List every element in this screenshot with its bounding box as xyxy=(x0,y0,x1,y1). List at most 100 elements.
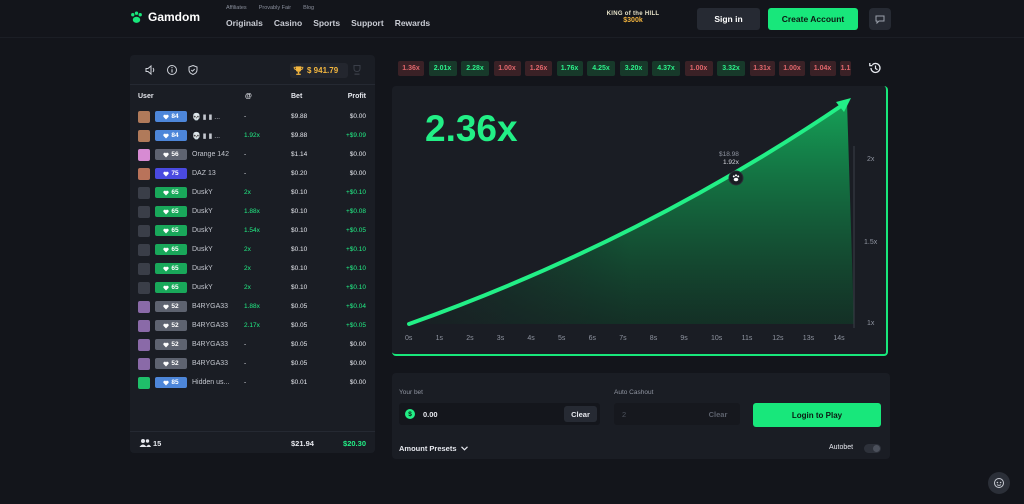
user-avatar[interactable] xyxy=(138,377,150,389)
bet-row: 52 B4RYGA33 1.88x $0.05 +$0.04 xyxy=(130,297,375,316)
username[interactable]: DuskY xyxy=(192,284,213,291)
history-chip[interactable]: 1.04x xyxy=(809,61,836,76)
marker-amount: $18.98 xyxy=(719,151,739,158)
support-chat-button[interactable] xyxy=(988,472,1010,494)
login-to-play-button[interactable]: Login to Play xyxy=(753,403,881,427)
bet-amount: $9.88 xyxy=(291,113,308,120)
history-chip[interactable]: 1.00x xyxy=(779,61,805,76)
level-badge: 65 xyxy=(155,244,187,255)
user-avatar[interactable] xyxy=(138,149,150,161)
username[interactable]: B4RYGA33 xyxy=(192,303,228,310)
history-chip[interactable]: 1.26x xyxy=(525,61,552,76)
nav-rewards[interactable]: Rewards xyxy=(395,18,430,28)
nav-support[interactable]: Support xyxy=(351,18,384,28)
bet-amount: $0.05 xyxy=(291,341,308,348)
user-avatar[interactable] xyxy=(138,339,150,351)
shield-icon[interactable] xyxy=(187,64,199,76)
level-badge: 84 xyxy=(155,111,187,122)
history-chip[interactable]: 1.00x xyxy=(493,61,521,76)
history-icon[interactable] xyxy=(868,61,882,75)
user-avatar[interactable] xyxy=(138,168,150,180)
history-chip[interactable]: 4.25x xyxy=(587,61,615,76)
sign-in-button[interactable]: Sign in xyxy=(697,8,760,30)
username[interactable]: DAZ 13 xyxy=(192,170,216,177)
user-avatar[interactable] xyxy=(138,206,150,218)
trophy-amount: $ 941.79 xyxy=(307,66,339,75)
chat-icon xyxy=(875,15,885,24)
user-avatar[interactable] xyxy=(138,111,150,123)
nav-casino[interactable]: Casino xyxy=(274,18,302,28)
king-of-the-hill-promo[interactable]: KING of the HILL $300k xyxy=(606,11,660,24)
heart-icon xyxy=(163,266,170,271)
sound-icon[interactable] xyxy=(144,64,156,76)
username[interactable]: 💀 ▮ ▮ ... xyxy=(192,113,220,121)
username[interactable]: DuskY xyxy=(192,208,213,215)
user-avatar[interactable] xyxy=(138,301,150,313)
create-account-button[interactable]: Create Account xyxy=(768,8,858,30)
username[interactable]: 💀 ▮ ▮ ... xyxy=(192,132,220,140)
user-avatar[interactable] xyxy=(138,320,150,332)
link-affiliates[interactable]: Affiliates xyxy=(226,5,247,11)
dollar-coin-icon: $ xyxy=(405,409,415,419)
history-chip[interactable]: 3.32x xyxy=(717,61,745,76)
user-avatar[interactable] xyxy=(138,244,150,256)
info-icon[interactable] xyxy=(166,64,178,76)
nav-originals[interactable]: Originals xyxy=(226,18,263,28)
clear-bet-button[interactable]: Clear xyxy=(564,406,597,422)
history-chip[interactable]: 3.20x xyxy=(619,61,648,76)
heart-icon xyxy=(163,342,170,347)
history-chip[interactable]: 1.76x xyxy=(556,61,583,76)
username[interactable]: DuskY xyxy=(192,189,213,196)
auto-cashout-value[interactable]: 2 xyxy=(622,410,626,419)
username[interactable]: B4RYGA33 xyxy=(192,360,228,367)
bet-amount-field[interactable]: $ 0.00 Clear xyxy=(399,403,600,425)
user-avatar[interactable] xyxy=(138,263,150,275)
col-bet: Bet xyxy=(291,93,303,100)
user-avatar[interactable] xyxy=(138,130,150,142)
profit-amount: +$0.10 xyxy=(345,246,366,253)
bets-panel: $ 941.79 User @ Bet Profit 84 💀 ▮ ▮ ... - $… xyxy=(130,55,375,453)
clear-cashout-button[interactable]: Clear xyxy=(700,406,736,422)
bet-amount: $0.05 xyxy=(291,322,308,329)
profit-amount: +$0.10 xyxy=(345,189,366,196)
amount-presets-dropdown[interactable]: Amount Presets xyxy=(399,444,468,453)
cashout-multiplier: - xyxy=(244,170,247,177)
level-badge: 65 xyxy=(155,206,187,217)
username[interactable]: DuskY xyxy=(192,265,213,272)
brand-logo[interactable]: Gamdom xyxy=(130,10,200,24)
username[interactable]: B4RYGA33 xyxy=(192,322,228,329)
bet-row: 84 💀 ▮ ▮ ... 1.92x $9.88 +$9.09 xyxy=(130,126,375,145)
username[interactable]: Orange 142 xyxy=(192,151,229,158)
level-number: 52 xyxy=(171,303,179,310)
user-avatar[interactable] xyxy=(138,282,150,294)
history-chip[interactable]: 2.28x xyxy=(461,61,489,76)
history-chip[interactable]: 1.36x xyxy=(398,61,424,76)
history-chip[interactable]: 2.01x xyxy=(428,61,457,76)
auto-cashout-field[interactable]: 2 Clear xyxy=(614,403,740,425)
chat-button[interactable] xyxy=(869,8,891,30)
link-provably-fair[interactable]: Provably Fair xyxy=(259,5,291,11)
cashout-multiplier: - xyxy=(244,379,247,386)
bet-row: 65 DuskY 2x $0.10 +$0.10 xyxy=(130,240,375,259)
history-chip[interactable]: 1.31x xyxy=(749,61,775,76)
level-badge: 84 xyxy=(155,130,187,141)
user-avatar[interactable] xyxy=(138,225,150,237)
level-number: 65 xyxy=(171,284,179,291)
trophy-pot[interactable]: $ 941.79 xyxy=(290,63,348,78)
user-avatar[interactable] xyxy=(138,187,150,199)
bet-amount-value[interactable]: 0.00 xyxy=(423,410,438,419)
history-chip[interactable]: 4.37x xyxy=(652,61,680,76)
history-chip[interactable]: 1.1 xyxy=(840,61,851,76)
heart-icon xyxy=(163,304,170,309)
username[interactable]: DuskY xyxy=(192,227,213,234)
history-chip[interactable]: 1.00x xyxy=(684,61,713,76)
link-blog[interactable]: Blog xyxy=(303,5,314,11)
username[interactable]: DuskY xyxy=(192,246,213,253)
username[interactable]: Hidden us... xyxy=(192,379,229,386)
nav-sports[interactable]: Sports xyxy=(313,18,340,28)
bet-amount: $1.14 xyxy=(291,151,308,158)
autobet-label: Autobet xyxy=(829,444,854,451)
username[interactable]: B4RYGA33 xyxy=(192,341,228,348)
user-avatar[interactable] xyxy=(138,358,150,370)
autobet-toggle[interactable] xyxy=(864,444,881,453)
